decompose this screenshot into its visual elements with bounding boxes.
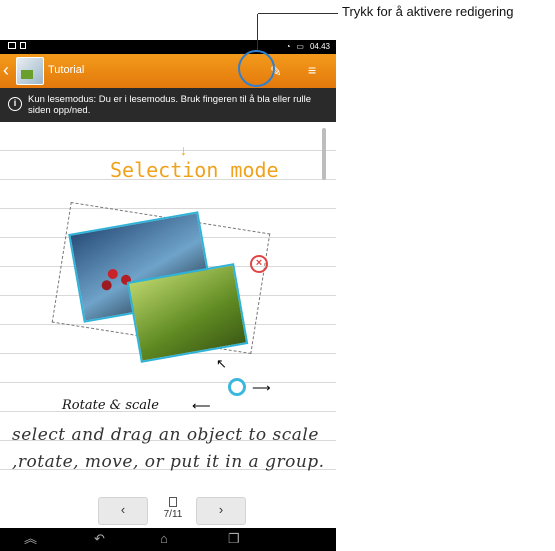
app-icon: [16, 57, 44, 85]
callout-text: Trykk for å aktivere redigering: [342, 4, 514, 19]
page-title: Tutorial: [48, 64, 85, 76]
next-page-button[interactable]: ›: [196, 497, 246, 525]
info-icon: i: [8, 97, 22, 111]
page-icon: [169, 497, 177, 507]
clock: 04.43: [309, 42, 330, 51]
notice-text: Kun lesemodus: Du er i lesemodus. Bruk f…: [28, 94, 312, 116]
previous-page-button[interactable]: ‹: [98, 497, 148, 525]
callout-connector: [257, 14, 258, 50]
menu-icon[interactable]: ≡: [308, 63, 322, 77]
file-icon: [20, 42, 26, 49]
action-bar: ‹ Tutorial ✎ ≡: [0, 54, 336, 88]
battery-icon: ▭: [296, 42, 304, 51]
read-only-notice: i Kun lesemodus: Du er i lesemodus. Bruk…: [0, 88, 336, 122]
notebook-page[interactable]: ↓ Selection mode × ↖ ⟶ Rotate & scale ⟵ …: [0, 122, 336, 492]
callout-highlight-circle: [238, 50, 275, 87]
handwriting-line-2: ,rotate, move, or put it in a group.: [12, 452, 325, 472]
home-icon[interactable]: ⌂: [160, 531, 168, 547]
collapse-icon[interactable]: ︽: [24, 531, 37, 547]
wifi-icon: ◔: [285, 42, 291, 51]
page-indicator: 7/11: [153, 497, 193, 520]
arrow-right-icon: ⟶: [252, 380, 271, 395]
page-navigator: ‹ 7/11 ›: [0, 492, 336, 528]
back-nav-icon[interactable]: ↶: [94, 531, 105, 547]
selection-mode-heading: Selection mode: [110, 158, 279, 182]
rotate-scale-handle[interactable]: [228, 378, 246, 396]
arrow-down-icon: ↓: [180, 142, 187, 158]
scrollbar[interactable]: [322, 128, 326, 180]
system-nav-bar: ︽ ↶ ⌂ ❐: [0, 528, 336, 551]
handwriting-line-1: select and drag an object to scale: [12, 425, 319, 445]
rotate-scale-label: Rotate & scale: [62, 398, 159, 413]
callout-line: [258, 13, 338, 14]
recent-apps-icon[interactable]: ❐: [228, 531, 240, 547]
arrow-up-icon: ↖: [216, 356, 227, 371]
tablet-screen: ◔ ▭ 04.43 ‹ Tutorial ✎ ≡ i Kun lesemodus…: [0, 40, 336, 551]
status-bar: ◔ ▭ 04.43: [0, 40, 336, 54]
back-button[interactable]: ‹: [3, 61, 9, 79]
notification-icon: [8, 42, 16, 49]
arrow-left-icon: ⟵: [192, 398, 211, 413]
page-number: 7/11: [163, 509, 183, 520]
close-icon[interactable]: ×: [250, 255, 268, 273]
